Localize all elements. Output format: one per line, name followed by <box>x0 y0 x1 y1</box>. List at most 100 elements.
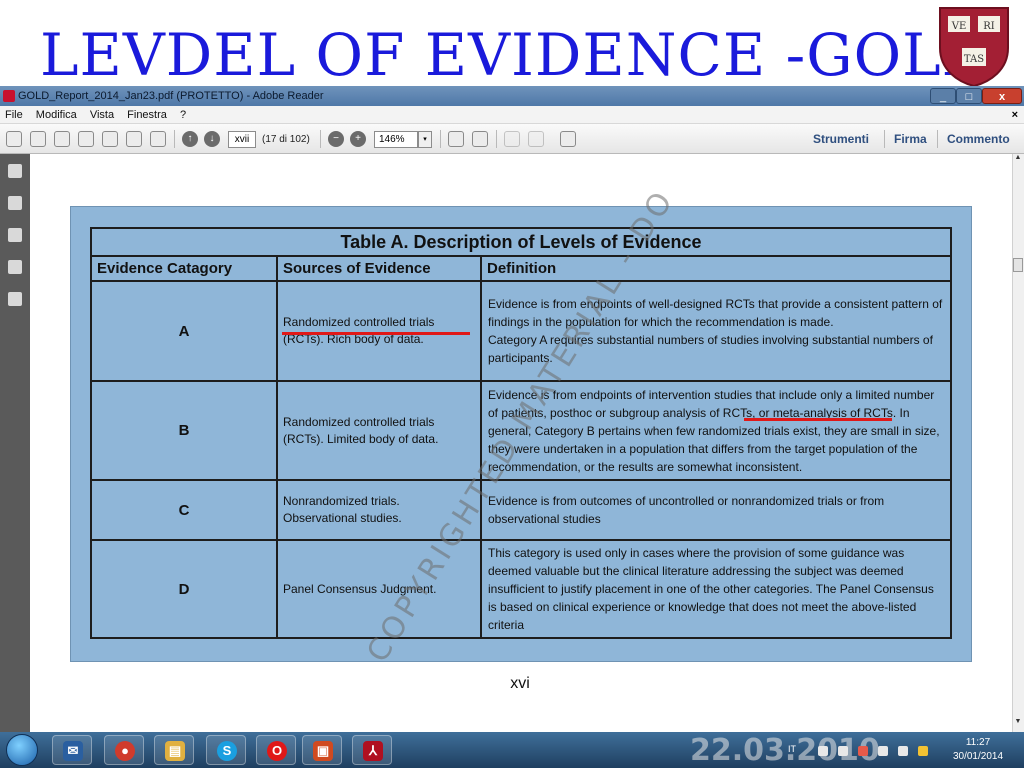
save-icon[interactable] <box>102 131 118 147</box>
taskbar-app-chrome[interactable]: ● <box>104 735 144 765</box>
page-number: xvi <box>510 675 530 692</box>
share-icon[interactable] <box>78 131 94 147</box>
taskbar-app-acrobat[interactable]: ⅄ <box>352 735 392 765</box>
header-definition: Definition <box>480 255 952 282</box>
background-date-text: 22.03.2010 <box>690 733 880 768</box>
print-icon[interactable] <box>126 131 142 147</box>
menu-file[interactable]: File <box>0 106 28 124</box>
window-title: GOLD_Report_2014_Jan23.pdf (PROTETTO) - … <box>18 90 324 102</box>
row-c-definition: Evidence is from outcomes of uncontrolle… <box>480 479 952 541</box>
crest-text-ri: RI <box>983 21 995 32</box>
table-caption: Table A. Description of Levels of Eviden… <box>90 227 952 257</box>
page-number-input[interactable] <box>228 131 256 148</box>
minimize-button[interactable]: _ <box>930 88 956 104</box>
toolbar-divider <box>440 130 441 148</box>
edit-icon[interactable] <box>54 131 70 147</box>
tray-clock[interactable]: 11:27 30/01/2014 <box>940 736 1016 764</box>
zoom-out-button[interactable]: − <box>328 131 344 147</box>
header-evidence-category: Evidence Catagory <box>90 255 278 282</box>
tray-time: 11:27 <box>965 737 991 748</box>
open-icon[interactable] <box>30 131 46 147</box>
red-underline-annotation <box>282 332 470 335</box>
next-page-button[interactable]: ↓ <box>204 131 220 147</box>
page-count: (17 di 102) <box>262 134 310 145</box>
vertical-scrollbar[interactable] <box>1012 154 1024 732</box>
toolbar-divider <box>320 130 321 148</box>
taskbar-app-thunderbird[interactable]: ✉ <box>52 735 92 765</box>
pdf-file-icon <box>3 90 15 102</box>
toolbar-divider <box>496 130 497 148</box>
sign-link[interactable]: Firma <box>894 131 927 148</box>
row-b-category: B <box>90 380 278 481</box>
lock-icon[interactable] <box>8 164 22 178</box>
comment-bubble-icon[interactable] <box>504 131 520 147</box>
toolbar-divider <box>884 130 885 148</box>
comment-link[interactable]: Commento <box>947 131 1010 148</box>
bookmark-icon[interactable] <box>8 228 22 242</box>
menu-vista[interactable]: Vista <box>85 106 119 124</box>
drive-icon[interactable] <box>918 746 928 756</box>
window-titlebar[interactable]: GOLD_Report_2014_Jan23.pdf (PROTETTO) - … <box>0 86 1024 106</box>
tray-date: 30/01/2014 <box>952 751 1004 762</box>
fit-width-icon[interactable] <box>472 131 488 147</box>
menu-help[interactable]: ? <box>175 106 191 124</box>
vodafone-icon: O <box>267 741 287 761</box>
network-device-icon[interactable] <box>838 746 848 756</box>
row-a-category: A <box>90 280 278 382</box>
scrollbar-thumb[interactable] <box>1013 258 1023 272</box>
action-center-flag-icon[interactable] <box>858 746 868 756</box>
menubar: File Modifica Vista Finestra ? × <box>0 106 1024 124</box>
close-document-button[interactable]: × <box>1012 106 1018 124</box>
toolbar-divider <box>937 130 938 148</box>
zoom-input[interactable]: 146% <box>374 131 418 148</box>
taskbar-app-presentation[interactable]: ▣ <box>302 735 342 765</box>
row-d-category: D <box>90 539 278 639</box>
table-row: A Randomized controlled trials (RCTs). R… <box>90 280 952 382</box>
close-button[interactable]: x <box>982 88 1022 104</box>
chrome-icon: ● <box>115 741 135 761</box>
show-hidden-icons-icon[interactable] <box>818 746 828 756</box>
navigation-panel <box>0 154 30 732</box>
maximize-button[interactable]: □ <box>956 88 982 104</box>
tools-link[interactable]: Strumenti <box>813 131 869 148</box>
row-b-sources: Randomized controlled trials (RCTs). Lim… <box>276 380 482 481</box>
row-c-category: C <box>90 479 278 541</box>
row-a-sources: Randomized controlled trials (RCTs). Ric… <box>276 280 482 382</box>
highlight-icon[interactable] <box>528 131 544 147</box>
taskbar-app-explorer[interactable]: ▤ <box>154 735 194 765</box>
create-pdf-icon[interactable] <box>6 131 22 147</box>
table-row: C Nonrandomized trials. Observational st… <box>90 479 952 541</box>
attachment-icon[interactable] <box>8 260 22 274</box>
prev-page-button[interactable]: ↑ <box>182 131 198 147</box>
menu-finestra[interactable]: Finestra <box>122 106 172 124</box>
toolbar-divider <box>174 130 175 148</box>
crest-text-ve: VE <box>951 21 967 32</box>
taskbar-app-vodafone[interactable]: O <box>256 735 296 765</box>
zoom-dropdown-button[interactable]: ▾ <box>418 131 432 148</box>
menu-modifica[interactable]: Modifica <box>31 106 82 124</box>
mail-icon: ✉ <box>63 741 83 761</box>
full-screen-icon[interactable] <box>560 131 576 147</box>
language-indicator[interactable]: IT <box>788 744 796 754</box>
volume-icon[interactable] <box>898 746 908 756</box>
crest-text-tas: TAS <box>964 54 984 65</box>
table-row: D Panel Consensus Judgment. This categor… <box>90 539 952 639</box>
acrobat-icon: ⅄ <box>363 741 383 761</box>
zoom-in-button[interactable]: + <box>350 131 366 147</box>
toolbar: ↑ ↓ (17 di 102) − + 146% ▾ Strumenti Fir… <box>0 124 1024 154</box>
email-icon[interactable] <box>150 131 166 147</box>
pages-icon[interactable] <box>8 196 22 210</box>
red-underline-annotation <box>744 418 892 421</box>
folder-icon: ▤ <box>165 741 185 761</box>
layers-icon[interactable] <box>8 292 22 306</box>
scroll-down-arrow-icon[interactable]: ▼ <box>1012 718 1024 730</box>
signal-icon[interactable] <box>878 746 888 756</box>
taskbar-app-skype[interactable]: S <box>206 735 246 765</box>
harvard-crest-logo: VE RI TAS <box>939 7 1009 88</box>
skype-icon: S <box>217 741 237 761</box>
start-button[interactable] <box>6 734 38 766</box>
scroll-up-arrow-icon[interactable]: ▲ <box>1012 154 1024 166</box>
fit-page-icon[interactable] <box>448 131 464 147</box>
presentation-icon: ▣ <box>313 741 333 761</box>
slide-title: LEVDEL OF EVIDENCE -GOLD <box>40 21 990 89</box>
